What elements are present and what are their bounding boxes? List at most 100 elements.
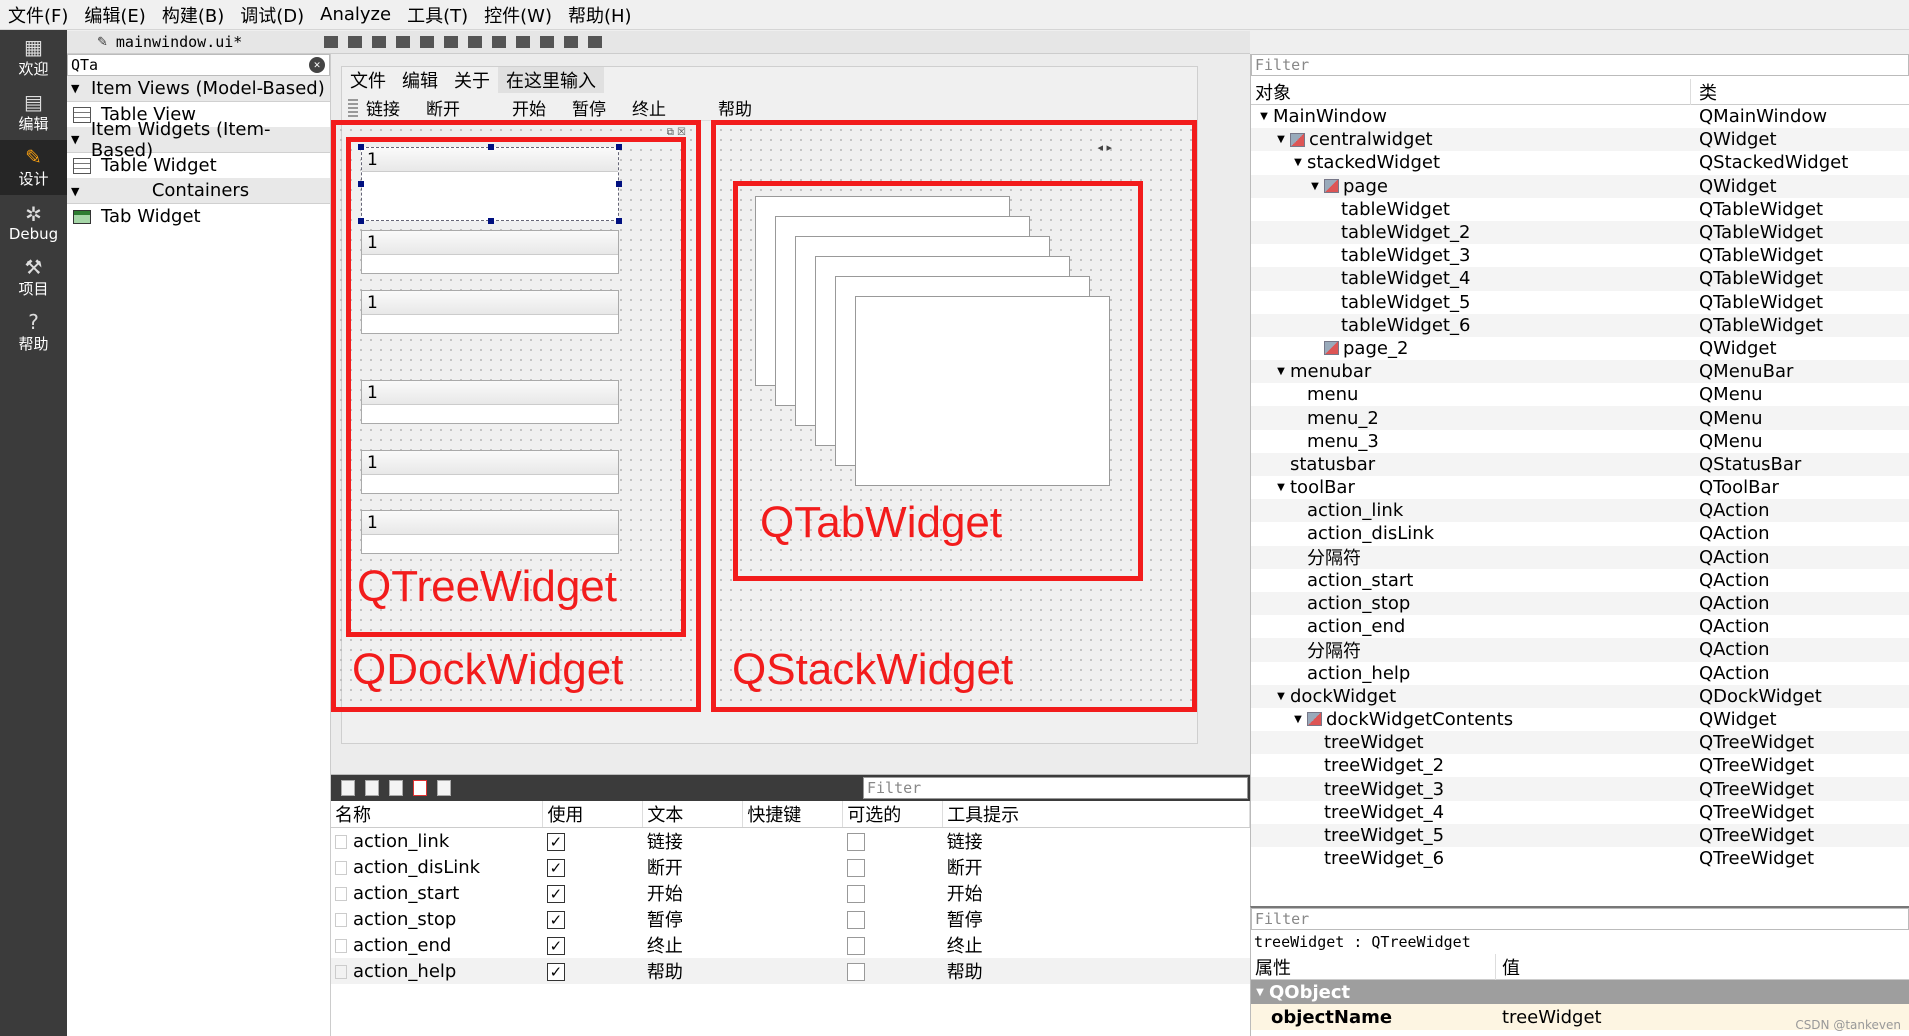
resize-handle[interactable] [488,218,494,224]
object-name-cell[interactable]: menu [1251,384,1691,405]
table-widget-sheet[interactable] [855,296,1110,486]
resize-handle[interactable] [616,181,622,187]
paste-action-icon[interactable] [389,780,403,796]
layout-horizontal-icon[interactable] [420,36,435,48]
object-name-cell[interactable]: ▼ dockWidgetContents [1251,709,1691,730]
column-header[interactable]: 使用 [542,801,644,828]
action-shortcut[interactable] [743,880,843,906]
object-name-cell[interactable]: tableWidget_3 [1251,245,1691,266]
expand-arrow-icon[interactable]: ▼ [1272,691,1290,702]
column-header[interactable]: 工具提示 [942,801,1250,828]
mode-document[interactable]: ▤ 编辑 [0,85,67,140]
toolbar-action[interactable]: 暂停 [572,95,606,120]
object-name-cell[interactable]: ▼ dockWidget [1251,686,1691,707]
action-row[interactable]: action_end ✓ 终止 终止 [331,932,1250,958]
configure-icon[interactable] [437,780,451,796]
widget-search-value[interactable]: QTa [71,56,98,74]
tree-widget[interactable]: 1 [361,290,619,334]
copy-action-icon[interactable] [365,780,379,796]
action-checkable-cell[interactable] [842,958,943,984]
category-item-views[interactable]: ▼ Item Views (Model-Based) [67,76,330,102]
type-here-placeholder[interactable]: 在这里输入 [498,67,604,93]
action-row[interactable]: action_start ✓ 开始 开始 [331,880,1250,906]
object-name-cell[interactable]: tableWidget_5 [1251,292,1691,313]
action-checkable-cell[interactable] [843,880,943,906]
object-row[interactable]: ▼ stackedWidget QStackedWidget [1251,151,1909,174]
object-name-cell[interactable]: treeWidget_5 [1251,825,1691,846]
action-used-cell[interactable]: ✓ [543,854,643,880]
object-name-cell[interactable]: statusbar [1251,454,1691,475]
new-action-icon[interactable] [341,780,355,796]
break-layout-icon[interactable] [564,36,579,48]
object-name-cell[interactable]: page_2 [1251,338,1691,359]
object-row[interactable]: action_stop QAction [1251,591,1909,616]
object-name-cell[interactable]: action_link [1251,500,1691,521]
used-checkbox[interactable]: ✓ [546,962,565,981]
widget-search-input[interactable]: QTa ✕ [67,54,330,76]
object-row[interactable]: ▼ toolBar QToolBar [1251,476,1909,499]
object-name-cell[interactable]: treeWidget_4 [1251,802,1691,823]
collapse-arrow-icon[interactable]: ▼ [71,133,91,146]
stacked-widget[interactable]: ◂ ▸ QTabWidget QStackWidget [711,120,1197,712]
column-header[interactable]: 名称 [331,801,544,828]
tree-widget[interactable]: 1 [361,450,619,494]
expand-arrow-icon[interactable]: ▼ [1272,482,1290,493]
object-name-cell[interactable]: ▼ page [1251,176,1691,197]
object-name-cell[interactable]: action_end [1251,616,1691,637]
used-checkbox[interactable]: ✓ [546,858,565,877]
expand-arrow-icon[interactable]: ▼ [1255,111,1273,122]
edit-buddies-icon[interactable] [372,36,387,48]
checkable-checkbox[interactable] [846,858,865,877]
action-name-cell[interactable]: action_link [331,828,543,855]
toolbar-grip-icon[interactable] [348,98,358,117]
action-shortcut[interactable] [743,828,843,855]
object-row[interactable]: tableWidget_2 QTableWidget [1251,220,1909,245]
expand-arrow-icon[interactable]: ▼ [1272,366,1290,377]
property-value[interactable]: treeWidget [1496,1007,1602,1028]
checkable-checkbox[interactable] [846,962,865,981]
object-row[interactable]: tableWidget QTableWidget [1251,198,1909,221]
toolbar-action[interactable]: 开始 [512,95,546,120]
mode-bug[interactable]: ✲ Debug [0,195,67,250]
widget-tab-widget[interactable]: Tab Widget [67,204,330,229]
used-checkbox[interactable]: ✓ [546,936,565,955]
clear-search-icon[interactable]: ✕ [309,57,325,73]
object-row[interactable]: ▼ dockWidgetContents QWidget [1251,708,1909,731]
action-name-cell[interactable]: action_stop [331,906,543,932]
action-row[interactable]: action_help ✓ 帮助 帮助 [331,958,1250,984]
action-checkable-cell[interactable] [843,828,943,855]
object-row[interactable]: tableWidget_5 QTableWidget [1251,291,1909,314]
object-name-cell[interactable]: ▼ menubar [1251,361,1691,382]
expand-arrow-icon[interactable]: ▼ [1289,714,1307,725]
object-name-cell[interactable]: ▼ MainWindow [1251,106,1691,127]
object-row[interactable]: treeWidget_3 QTreeWidget [1251,777,1909,801]
action-row[interactable]: action_disLink ✓ 断开 断开 [331,854,1250,880]
object-name-cell[interactable]: 分隔符 [1251,637,1691,663]
checkable-checkbox[interactable] [846,832,865,851]
mode-grid[interactable]: ▦ 欢迎 [0,30,67,85]
object-row[interactable]: ▼ MainWindow QMainWindow [1251,105,1909,128]
object-row[interactable]: treeWidget_5 QTreeWidget [1251,823,1909,847]
column-header[interactable]: 快捷键 [742,801,844,828]
object-name-cell[interactable]: ▼ toolBar [1251,477,1691,498]
collapse-arrow-icon[interactable]: ▼ [71,185,91,198]
used-checkbox[interactable]: ✓ [546,832,565,851]
menu-item[interactable]: Analyze [312,4,399,25]
column-header[interactable]: 可选的 [842,801,944,828]
edit-widgets-icon[interactable] [324,36,339,48]
object-row[interactable]: treeWidget_2 QTreeWidget [1251,754,1909,777]
object-filter-input[interactable]: Filter [1251,54,1909,76]
category-item-widgets[interactable]: ▼ Item Widgets (Item-Based) [67,119,330,161]
object-row[interactable]: menu_3 QMenu [1251,430,1909,453]
object-name-cell[interactable]: action_disLink [1251,523,1691,544]
object-row[interactable]: tableWidget_4 QTableWidget [1251,267,1909,291]
layout-grid-icon[interactable] [516,36,531,48]
action-used-cell[interactable]: ✓ [543,932,643,958]
object-name-cell[interactable]: tableWidget [1251,199,1691,220]
object-name-cell[interactable]: treeWidget [1251,732,1691,753]
object-row[interactable]: treeWidget_4 QTreeWidget [1251,801,1909,824]
toolbar-action[interactable]: 断开 [426,95,460,120]
action-checkable-cell[interactable] [843,932,943,958]
checkable-checkbox[interactable] [846,910,865,929]
object-row[interactable]: treeWidget_6 QTreeWidget [1251,847,1909,870]
